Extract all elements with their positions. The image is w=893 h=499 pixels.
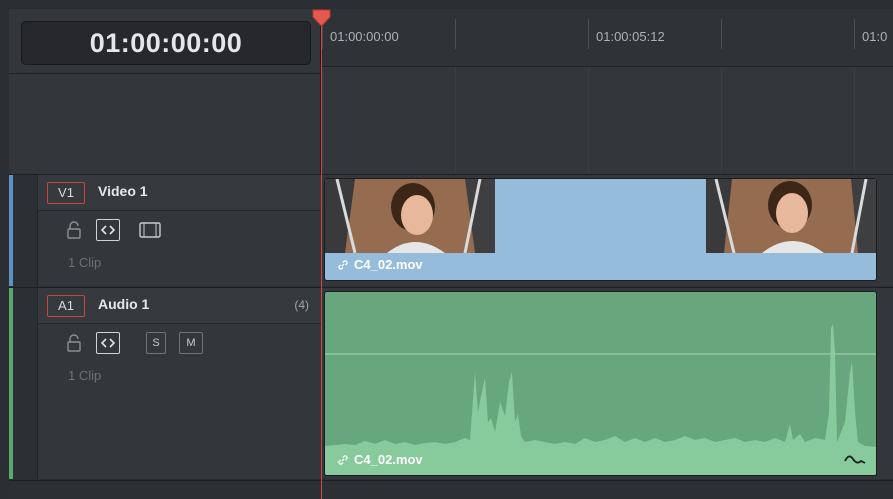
playhead-handle[interactable] <box>311 9 332 27</box>
track-gutter <box>13 175 38 286</box>
video-track-name-row: V1 Video 1 <box>38 175 321 211</box>
timecode-panel: 01:00:00:00 <box>9 9 321 174</box>
solo-button[interactable]: S <box>146 332 166 354</box>
divider <box>9 73 321 74</box>
audio-clip-count: 1 Clip <box>68 368 102 383</box>
video-track-header: V1 Video 1 1 Clip <box>9 174 321 286</box>
film-icon[interactable] <box>139 221 161 239</box>
track-id-v1[interactable]: V1 <box>47 182 85 204</box>
video-track-controls <box>38 219 238 243</box>
timeline-empty-area <box>322 67 893 174</box>
auto-select-icon[interactable] <box>96 219 120 241</box>
video-clip-name: C4_02.mov <box>354 257 423 272</box>
ruler-label: 01:0 <box>862 29 888 44</box>
ruler-tick <box>455 19 456 49</box>
lock-icon[interactable] <box>67 221 81 239</box>
timecode-display[interactable]: 01:00:00:00 <box>21 21 311 65</box>
audio-track-header: A1 Audio 1 (4) S M 1 Clip <box>9 287 321 479</box>
video-track-lane[interactable]: C4_02.mov <box>322 174 893 286</box>
track-gutter <box>13 288 38 479</box>
lock-icon[interactable] <box>67 334 81 352</box>
audio-clip[interactable]: C4_02.mov <box>324 291 877 476</box>
audio-channel-count: (4) <box>294 298 309 312</box>
mute-button[interactable]: M <box>179 332 203 354</box>
video-clip-count: 1 Clip <box>68 255 102 270</box>
audio-track-name-row: A1 Audio 1 (4) <box>38 288 321 324</box>
timeline-bottom-strip <box>9 480 893 499</box>
auto-select-icon[interactable] <box>96 332 120 354</box>
video-thumbnail <box>325 179 495 253</box>
grid-line <box>721 67 722 174</box>
ruler-label: 01:00:05:12 <box>596 29 665 44</box>
timeline-panel: 01:00:00:00 01:00:00:00 01:00:05:12 01:0… <box>0 0 893 499</box>
ruler-label: 01:00:00:00 <box>330 29 399 44</box>
audio-waveform <box>325 324 876 475</box>
audio-track-lane[interactable]: C4_02.mov <box>322 287 893 479</box>
audio-track-controls: S M <box>38 332 258 356</box>
ruler-tick <box>721 19 722 49</box>
video-thumbnail <box>706 179 876 253</box>
video-clip[interactable]: C4_02.mov <box>324 178 877 281</box>
audio-clip-name: C4_02.mov <box>354 452 423 467</box>
grid-line <box>322 67 323 174</box>
video-track-name[interactable]: Video 1 <box>98 183 148 199</box>
audio-curve-icon[interactable] <box>844 453 866 467</box>
timeline-ruler[interactable]: 01:00:00:00 01:00:05:12 01:0 <box>322 9 893 67</box>
audio-track-name[interactable]: Audio 1 <box>98 296 149 312</box>
grid-line <box>854 67 855 174</box>
playhead-line[interactable] <box>321 9 322 499</box>
ruler-tick <box>588 19 589 49</box>
grid-line <box>588 67 589 174</box>
ruler-tick <box>854 19 855 49</box>
grid-line <box>455 67 456 174</box>
track-id-a1[interactable]: A1 <box>47 295 85 317</box>
link-icon <box>338 455 348 465</box>
link-icon <box>338 260 348 270</box>
